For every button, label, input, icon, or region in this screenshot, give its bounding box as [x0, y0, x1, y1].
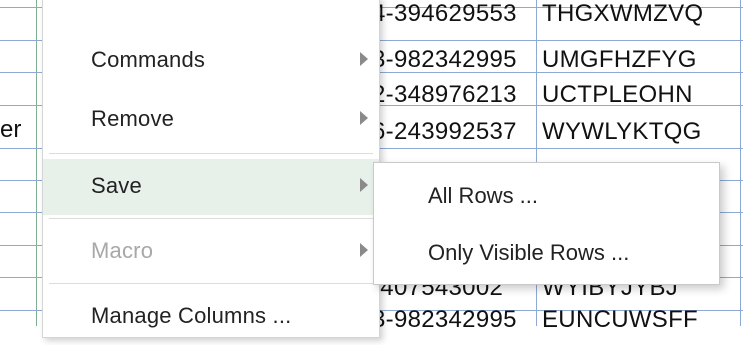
table-cell[interactable]: WYWLYKTQG — [542, 117, 702, 147]
submenu-item-only-visible-rows[interactable]: Only Visible Rows ... — [374, 224, 719, 280]
save-submenu: All Rows ... Only Visible Rows ... — [373, 162, 720, 285]
submenu-item-label: All Rows ... — [428, 183, 539, 208]
menu-item-macro: Macro — [43, 224, 379, 280]
menu-separator — [49, 153, 373, 154]
table-cell[interactable]: THGXWMZVQ — [542, 0, 703, 29]
menu-item-remove[interactable]: Remove — [43, 92, 379, 148]
table-cell[interactable]: 3-982342995 — [372, 305, 517, 335]
table-cell[interactable]: 6-243992537 — [372, 117, 517, 147]
menu-item-commands[interactable]: Commands — [43, 33, 379, 89]
menu-item-label: Manage Columns ... — [91, 303, 292, 328]
partial-cell-text: er — [0, 116, 22, 143]
table-cell[interactable]: EUNCUWSFF — [542, 305, 698, 335]
submenu-item-all-rows[interactable]: All Rows ... — [374, 167, 719, 223]
menu-item-save[interactable]: Save — [43, 159, 379, 215]
submenu-arrow-icon — [360, 178, 368, 192]
table-cell[interactable]: 4-394629553 — [372, 0, 517, 29]
submenu-arrow-icon — [360, 111, 368, 125]
table-cell[interactable]: UMGFHZFYG — [542, 45, 697, 75]
menu-item-label: Remove — [91, 106, 175, 131]
submenu-arrow-icon — [360, 243, 368, 257]
menu-item-label: Save — [91, 173, 142, 198]
menu-separator — [49, 283, 373, 284]
table-cell[interactable]: 3-982342995 — [372, 45, 517, 75]
menu-separator — [49, 218, 373, 219]
table-cell[interactable]: UCTPLEOHN — [542, 80, 693, 110]
table-cell[interactable]: 2-348976213 — [372, 80, 517, 110]
submenu-arrow-icon — [360, 52, 368, 66]
context-menu: Commands Remove Save Macro Manage Column… — [42, 0, 380, 338]
submenu-item-label: Only Visible Rows ... — [428, 240, 630, 265]
menu-item-manage-columns[interactable]: Manage Columns ... — [43, 289, 379, 345]
menu-item-label: Macro — [91, 238, 154, 263]
menu-item-label: Commands — [91, 47, 206, 72]
